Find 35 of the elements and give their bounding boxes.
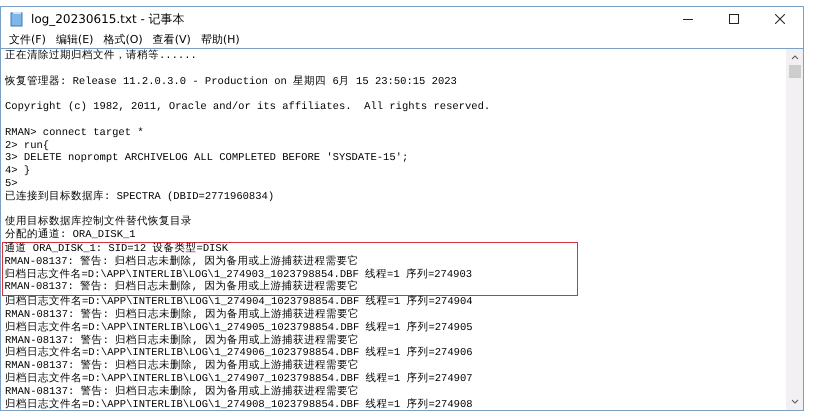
log-line: 5> xyxy=(5,178,19,190)
log-line: 归档日志文件名=D:\APP\INTERLIB\LOG\1_274907_1023798854.DBF 线程=1 序列=274907 xyxy=(5,372,474,385)
log-line: RMAN-08137: 警告: 归档日志未删除, 因为备用或上游捕获进程需要它 xyxy=(2,281,578,296)
menu-item[interactable]: 帮助(H) xyxy=(198,32,245,47)
log-line: Copyright (c) 1982, 2011, Oracle and/or its affiliates. All rights reserved. xyxy=(5,101,492,114)
menu-item[interactable]: 文件(F) xyxy=(7,32,51,47)
log-line: 通道 ORA_DISK_1: SID=12 设备类型=DISK xyxy=(2,242,578,256)
log-line: 使用目标数据库控制文件替代恢复目录 xyxy=(5,216,193,228)
log-line: 归档日志文件名=D:\APP\INTERLIB\LOG\1_274906_1023798854.DBF 线程=1 序列=274906 xyxy=(5,347,474,360)
scrollbar-thumb[interactable] xyxy=(788,65,800,78)
menu-item[interactable]: 格式(O) xyxy=(101,32,148,47)
log-line: 4> } xyxy=(5,165,32,178)
log-line: 归档日志文件名=D:\APP\INTERLIB\LOG\1_274903_1023798854.DBF 线程=1 序列=274903 xyxy=(2,268,578,282)
log-line: RMAN-08137: 警告: 归档日志未删除, 因为备用或上游捕获进程需要它 xyxy=(5,334,360,347)
maximize-icon[interactable] xyxy=(729,14,739,24)
window-title: log_20230615.txt - 记事本 xyxy=(31,10,185,28)
log-line: RMAN-08137: 警告: 归档日志未删除, 因为备用或上游捕获进程需要它 xyxy=(2,256,578,269)
log-line: 归档日志文件名=D:\APP\INTERLIB\LOG\1_274904_1023798854.DBF 线程=1 序列=274904 xyxy=(5,296,474,308)
log-line: RMAN-08137: 警告: 归档日志未删除, 因为备用或上游捕获进程需要它 xyxy=(5,308,360,321)
menu-item[interactable]: 查看(V) xyxy=(150,32,196,47)
log-line: 归档日志文件名=D:\APP\INTERLIB\LOG\1_274908_1023798854.DBF 线程=1 序列=274908 xyxy=(5,398,474,410)
log-line: 归档日志文件名=D:\APP\INTERLIB\LOG\1_274905_1023798854.DBF 线程=1 序列=274905 xyxy=(5,322,474,334)
log-line: 已连接到目标数据库: SPECTRA (DBID=2771960834) xyxy=(5,190,276,204)
log-line: RMAN> connect target * xyxy=(5,126,145,140)
log-line: 分配的通道: ORA_DISK_1 xyxy=(5,229,137,242)
log-line: 正在清除过期归档文件，请稍等...... xyxy=(5,50,198,63)
log-line: 3> DELETE noprompt ARCHIVELOG ALL COMPLETED BEFORE 'SYSDATE-15'; xyxy=(5,152,410,165)
menu-item[interactable]: 编辑(E) xyxy=(54,32,98,47)
notepad-icon xyxy=(9,11,25,27)
log-line: RMAN-08137: 警告: 归档日志未删除, 因为备用或上游捕获进程需要它 xyxy=(5,386,360,398)
scrollbar[interactable] xyxy=(786,49,803,410)
log-line: 2> run{ xyxy=(5,140,50,152)
log-line: RMAN-08137: 警告: 归档日志未删除, 因为备用或上游捕获进程需要它 xyxy=(5,360,360,372)
close-icon[interactable] xyxy=(775,14,785,24)
log-line: 恢复管理器: Release 11.2.0.3.0 - Production on 星期四 6月 15 23:50:15 2023 xyxy=(5,76,458,88)
